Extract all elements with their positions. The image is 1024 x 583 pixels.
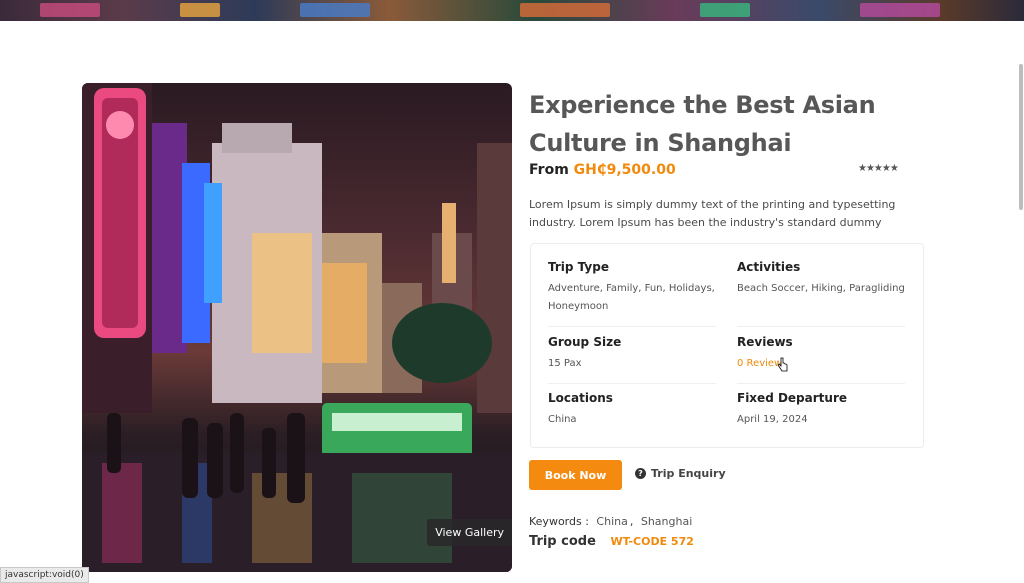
book-now-button[interactable]: Book Now bbox=[529, 460, 622, 490]
activities-value: Beach Soccer, Hiking, Paragliding bbox=[737, 283, 905, 294]
price-amount: GH₵9,500.00 bbox=[573, 162, 676, 178]
price-prefix: From bbox=[529, 162, 569, 178]
reviews-item: Reviews 0 Review bbox=[737, 335, 905, 373]
scrollbar[interactable] bbox=[1019, 64, 1023, 210]
tour-photo[interactable]: View Gallery bbox=[82, 83, 512, 572]
group-size-value: 15 Pax bbox=[548, 358, 582, 369]
shanghai-street-illustration bbox=[82, 83, 512, 572]
keyword-link[interactable]: China bbox=[596, 515, 627, 528]
trip-enquiry-link[interactable]: ? Trip Enquiry bbox=[635, 467, 726, 480]
divider bbox=[548, 326, 716, 327]
trip-type-label: Trip Type bbox=[548, 260, 609, 274]
view-gallery-button[interactable]: View Gallery bbox=[427, 519, 512, 546]
tour-title: Experience the Best Asian Culture in Sha… bbox=[529, 91, 876, 157]
locations-item: Locations China bbox=[548, 391, 716, 429]
trip-code-row: Trip code WT-CODE 572 bbox=[529, 534, 694, 549]
tour-description: Lorem Ipsum is simply dummy text of the … bbox=[529, 198, 896, 229]
activities-label: Activities bbox=[737, 260, 801, 274]
trip-type-item: Trip Type Adventure, Family, Fun, Holida… bbox=[548, 260, 716, 316]
price-row: From GH₵9,500.00 bbox=[529, 162, 676, 178]
reviews-link[interactable]: 0 Review bbox=[737, 355, 905, 373]
trip-code-value: WT-CODE 572 bbox=[610, 535, 694, 548]
departure-label: Fixed Departure bbox=[737, 391, 847, 405]
hand-pointer-icon bbox=[777, 357, 788, 372]
hero-banner-strip bbox=[0, 0, 1024, 21]
trip-enquiry-label: Trip Enquiry bbox=[651, 467, 726, 480]
trip-type-value: Adventure, Family, Fun, Holidays, Honeym… bbox=[548, 283, 715, 312]
locations-value: China bbox=[548, 414, 577, 425]
locations-label: Locations bbox=[548, 391, 613, 405]
departure-item: Fixed Departure April 19, 2024 bbox=[737, 391, 905, 429]
rating-stars-icon: ★★★★★ bbox=[858, 163, 899, 174]
divider bbox=[548, 383, 716, 384]
question-icon: ? bbox=[635, 468, 646, 479]
keyword-link[interactable]: Shanghai bbox=[641, 515, 692, 528]
status-bar-url: javascript:void(0) bbox=[0, 567, 89, 583]
trip-code-label: Trip code bbox=[529, 534, 596, 549]
trip-info-card: Trip Type Adventure, Family, Fun, Holida… bbox=[530, 243, 924, 448]
departure-value: April 19, 2024 bbox=[737, 414, 808, 425]
activities-item: Activities Beach Soccer, Hiking, Paragli… bbox=[737, 260, 905, 298]
divider bbox=[737, 326, 905, 327]
group-size-label: Group Size bbox=[548, 335, 622, 349]
keywords-row: Keywords : China, Shanghai bbox=[529, 515, 693, 528]
group-size-item: Group Size 15 Pax bbox=[548, 335, 716, 373]
divider bbox=[737, 383, 905, 384]
reviews-label: Reviews bbox=[737, 335, 793, 349]
keywords-label: Keywords : bbox=[529, 515, 589, 528]
